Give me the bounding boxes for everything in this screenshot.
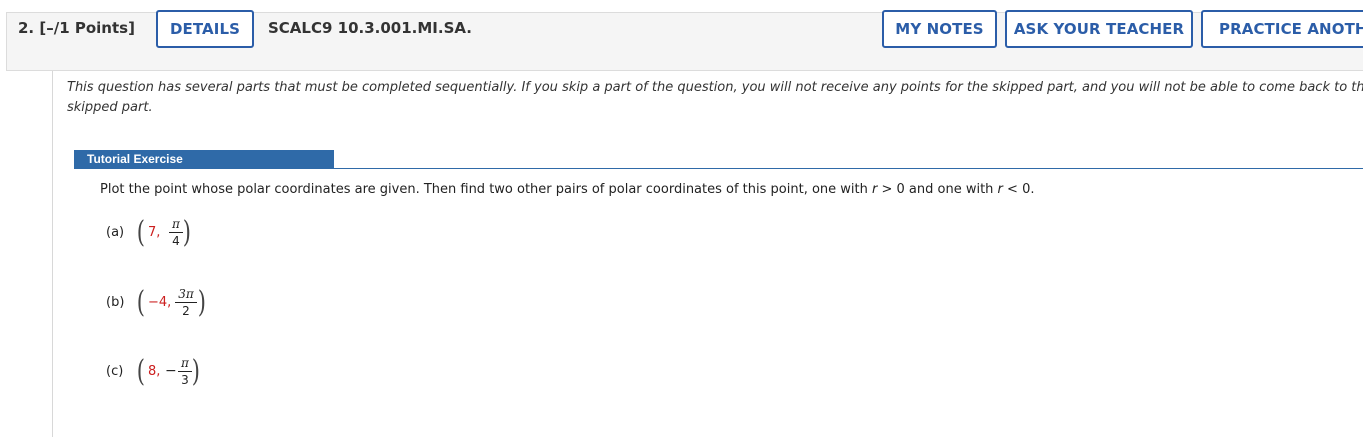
ask-your-teacher-button[interactable]: ASK YOUR TEACHER [1005, 10, 1193, 48]
close-paren: ) [182, 215, 191, 250]
my-notes-button[interactable]: MY NOTES [882, 10, 997, 48]
part-label: (a) [106, 225, 125, 240]
open-paren: ( [136, 354, 145, 389]
details-button[interactable]: DETAILS [156, 10, 254, 48]
theta-numerator: π [172, 217, 180, 231]
tutorial-exercise-tab: Tutorial Exercise [74, 150, 334, 169]
part-label: (c) [106, 364, 124, 379]
prompt-text: Plot the point whose polar coordinates a… [100, 182, 872, 197]
theta-numerator: 3π [178, 287, 194, 301]
r-value: 8, [148, 364, 161, 379]
prompt-cond-2: < 0. [1002, 182, 1035, 197]
question-code: SCALC9 10.3.001.MI.SA. [268, 19, 472, 37]
theta-numerator: π [181, 356, 189, 370]
notice-line-1: This question has several parts that mus… [67, 80, 1363, 95]
polar-coordinate: ( 8, − π 3 ) [136, 354, 278, 403]
polar-coordinate: ( −4, 3π 2 ) [136, 285, 278, 334]
theta-denominator: 3 [181, 373, 189, 387]
sequential-notice: This question has several parts that mus… [67, 78, 1363, 118]
fraction-bar [175, 302, 197, 303]
theta-fraction: π 4 [169, 217, 183, 248]
tutorial-divider [74, 168, 1363, 169]
notice-line-2: skipped part. [67, 100, 153, 115]
fraction-bar [169, 232, 183, 233]
exercise-prompt: Plot the point whose polar coordinates a… [100, 182, 1034, 197]
practice-another-button[interactable]: PRACTICE ANOTHER [1201, 10, 1363, 48]
r-value: −4, [148, 295, 172, 310]
content-left-border [52, 71, 53, 437]
theta-denominator: 4 [172, 234, 180, 248]
theta-minus-sign: − [165, 363, 177, 379]
close-paren: ) [191, 354, 200, 389]
r-value: 7, [148, 225, 161, 240]
part-label: (b) [106, 295, 125, 310]
fraction-bar [178, 371, 192, 372]
open-paren: ( [136, 215, 145, 250]
theta-fraction: 3π 2 [175, 287, 197, 318]
open-paren: ( [136, 285, 145, 320]
prompt-cond-1: > 0 and one with [877, 182, 998, 197]
theta-fraction: π 3 [178, 356, 192, 387]
polar-coordinate: ( 7, π 4 ) [136, 215, 278, 264]
theta-denominator: 2 [182, 304, 190, 318]
question-number: 2. [–/1 Points] [18, 19, 135, 37]
close-paren: ) [197, 285, 206, 320]
